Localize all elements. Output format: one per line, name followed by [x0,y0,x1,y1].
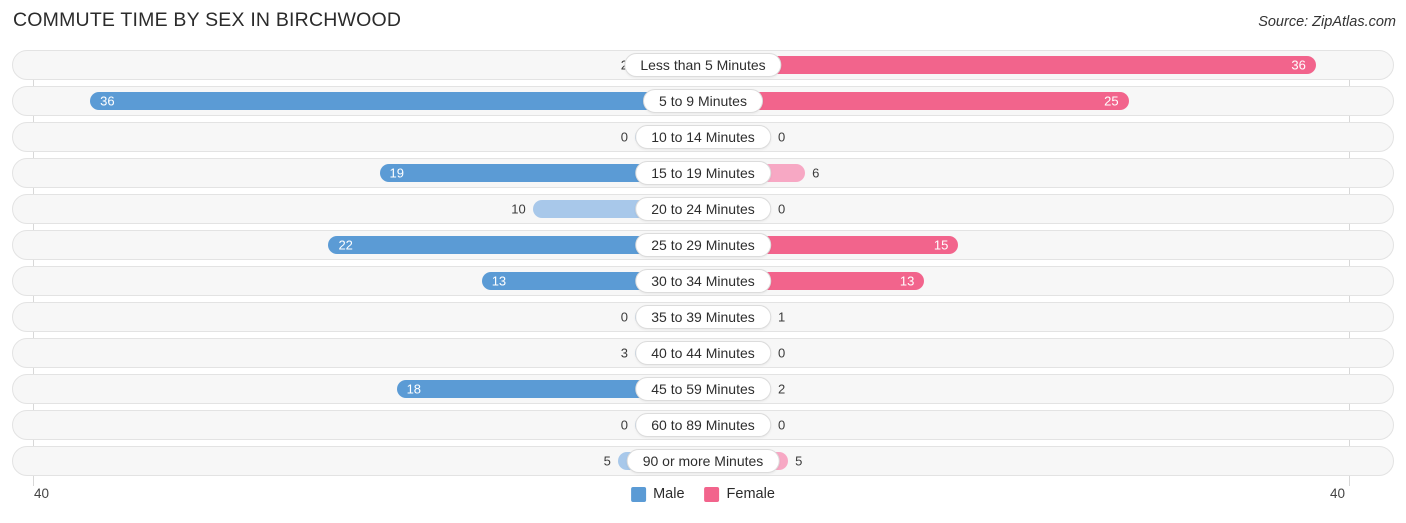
female-bar[interactable]: 25 [703,92,1129,110]
chart-row: 0 0 10 to 14 Minutes [12,122,1394,152]
female-bar[interactable]: 36 [703,56,1316,74]
plot-area: 236Less than 5 Minutes36255 to 9 Minutes… [12,50,1394,486]
chart-row: 236Less than 5 Minutes [12,50,1394,80]
male-value-label: 13 [491,273,507,289]
female-value-label: 36 [1291,57,1306,73]
category-label-pill: 45 to 59 Minutes [635,377,771,401]
female-value-label: 6 [812,165,820,181]
page-title: COMMUTE TIME BY SEX IN BIRCHWOOD [13,9,402,31]
female-value-label: 15 [933,237,949,253]
chart-row: 0 1 35 to 39 Minutes [12,302,1394,332]
axis-tick-right: 40 [1330,486,1346,501]
chart-row: 22 15 25 to 29 Minutes [12,230,1394,260]
male-bar[interactable]: 36 [90,92,703,110]
commute-time-chart: COMMUTE TIME BY SEX IN BIRCHWOOD Source:… [0,0,1406,523]
category-label-pill: 40 to 44 Minutes [635,341,771,365]
male-value-label: 36 [100,93,115,109]
category-label-pill: 10 to 14 Minutes [635,125,771,149]
category-label-pill: 30 to 34 Minutes [635,269,771,293]
legend-item-female[interactable]: Female [704,486,775,502]
chart-row: 36 25 5 to 9 Minutes [12,86,1394,116]
male-value-label: 10 [511,201,526,217]
category-label-pill: 25 to 29 Minutes [635,233,771,257]
female-value-label: 0 [778,345,786,361]
chart-row: 13 13 30 to 34 Minutes [12,266,1394,296]
female-value-label: 1 [778,309,786,325]
male-value-label: 0 [620,417,628,433]
category-label-pill: 35 to 39 Minutes [635,305,771,329]
chart-row: 0 0 60 to 89 Minutes [12,410,1394,440]
female-value-label: 13 [899,273,915,289]
male-value-label: 19 [389,165,404,181]
legend-label: Female [726,486,775,502]
female-value-label: 25 [1104,93,1119,109]
female-value-label: 2 [778,381,786,397]
chart-legend: Male Female [631,486,775,502]
category-label-pill: Less than 5 Minutes [624,53,782,77]
male-value-label: 18 [406,381,422,397]
female-value-label: 5 [795,453,803,469]
chart-row: 3 0 40 to 44 Minutes [12,338,1394,368]
legend-label: Male [653,486,685,502]
source-attribution: Source: ZipAtlas.com [1258,14,1396,30]
female-value-label: 0 [778,201,786,217]
male-value-label: 3 [620,345,628,361]
male-value-label: 22 [338,237,353,253]
chart-header: COMMUTE TIME BY SEX IN BIRCHWOOD Source:… [0,0,1406,44]
female-value-label: 0 [778,129,786,145]
category-label-pill: 90 or more Minutes [626,449,780,473]
legend-item-male[interactable]: Male [631,486,685,502]
chart-row: 5 5 90 or more Minutes [12,446,1394,476]
category-label-pill: 20 to 24 Minutes [635,197,771,221]
chart-row: 10 0 20 to 24 Minutes [12,194,1394,224]
chart-row: 18 2 45 to 59 Minutes [12,374,1394,404]
chart-footer: 40 40 Male Female [12,484,1394,520]
chart-row: 19 6 15 to 19 Minutes [12,158,1394,188]
legend-swatch-icon [704,486,720,502]
male-value-label: 0 [620,309,628,325]
category-label-pill: 15 to 19 Minutes [635,161,771,185]
axis-tick-left: 40 [34,486,50,501]
female-value-label: 0 [778,417,786,433]
male-value-label: 5 [603,453,611,469]
male-value-label: 0 [620,129,628,145]
legend-swatch-icon [631,486,647,502]
category-label-pill: 60 to 89 Minutes [635,413,771,437]
category-label-pill: 5 to 9 Minutes [643,89,763,113]
